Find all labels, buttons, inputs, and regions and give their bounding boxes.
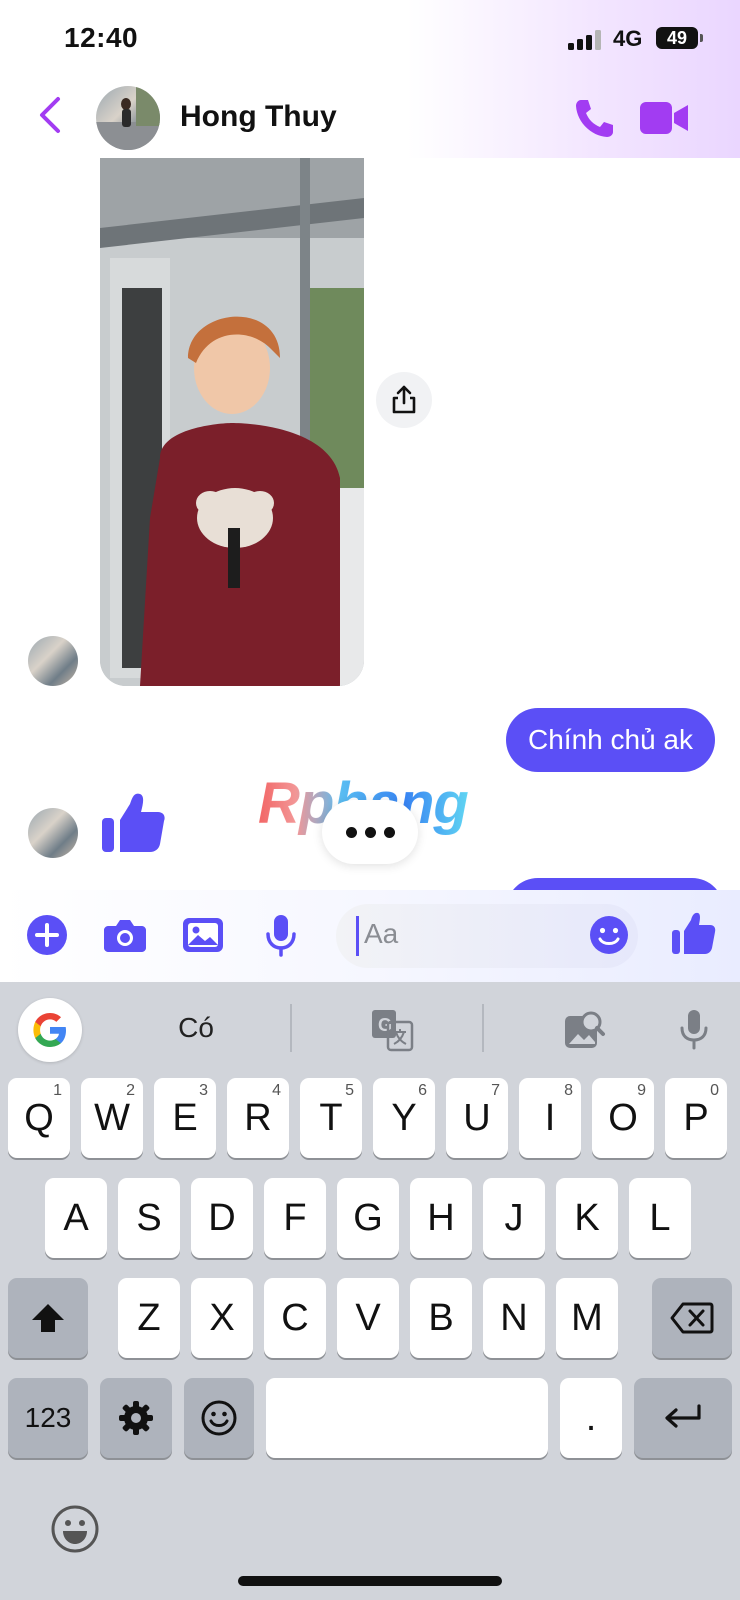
emoji-icon — [201, 1400, 237, 1436]
battery-indicator: 49 — [656, 27, 703, 49]
key-i[interactable]: 8I — [519, 1078, 581, 1158]
key-o[interactable]: 9O — [592, 1078, 654, 1158]
key-e[interactable]: 3E — [154, 1078, 216, 1158]
sender-avatar[interactable] — [28, 636, 78, 686]
suggestion-divider — [290, 1004, 292, 1052]
settings-icon — [119, 1401, 153, 1435]
space-key[interactable] — [266, 1378, 548, 1458]
key-f[interactable]: F — [264, 1178, 326, 1258]
image-icon[interactable] — [180, 912, 226, 958]
like-icon[interactable] — [670, 910, 716, 956]
key-m[interactable]: M — [556, 1278, 618, 1358]
keyboard-emoji-icon[interactable] — [50, 1504, 100, 1554]
typing-indicator — [322, 800, 418, 864]
home-indicator — [238, 1576, 502, 1586]
sender-avatar[interactable] — [28, 808, 78, 858]
text-caret — [356, 916, 359, 956]
key-t[interactable]: 5T — [300, 1078, 362, 1158]
svg-text:G: G — [378, 1015, 392, 1035]
key-n[interactable]: N — [483, 1278, 545, 1358]
numbers-key[interactable]: 123 — [8, 1378, 88, 1458]
google-button[interactable] — [18, 998, 82, 1062]
key-b[interactable]: B — [410, 1278, 472, 1358]
key-d[interactable]: D — [191, 1178, 253, 1258]
key-s[interactable]: S — [118, 1178, 180, 1258]
typing-dot — [345, 826, 357, 838]
period-key[interactable]: . — [560, 1378, 622, 1458]
like-icon[interactable] — [100, 790, 166, 856]
suggestion-divider — [482, 1004, 484, 1052]
shift-icon — [32, 1304, 64, 1332]
settings-key[interactable] — [100, 1378, 172, 1458]
key-a[interactable]: A — [45, 1178, 107, 1258]
backspace-icon — [670, 1302, 714, 1334]
shift-key[interactable] — [8, 1278, 88, 1358]
key-u[interactable]: 7U — [446, 1078, 508, 1158]
key-j[interactable]: J — [483, 1178, 545, 1258]
key-c[interactable]: C — [264, 1278, 326, 1358]
key-r[interactable]: 4R — [227, 1078, 289, 1158]
key-v[interactable]: V — [337, 1278, 399, 1358]
share-icon — [392, 385, 416, 414]
return-icon — [665, 1404, 701, 1428]
back-chevron-icon[interactable] — [36, 95, 66, 135]
key-l[interactable]: L — [629, 1178, 691, 1258]
microphone-icon[interactable] — [258, 912, 304, 958]
key-p[interactable]: 0P — [665, 1078, 727, 1158]
plus-icon[interactable] — [24, 912, 70, 958]
google-icon — [33, 1013, 66, 1047]
return-key[interactable] — [634, 1378, 732, 1458]
key-h[interactable]: H — [410, 1178, 472, 1258]
translate-icon[interactable]: G — [370, 1008, 414, 1052]
suggestion-word[interactable]: Có — [150, 1012, 242, 1044]
key-q[interactable]: 1Q — [8, 1078, 70, 1158]
signal-icon — [568, 30, 601, 50]
voice-input-icon[interactable] — [672, 1008, 716, 1052]
incoming-photo[interactable] — [100, 158, 364, 686]
share-button[interactable] — [376, 372, 432, 428]
image-search-icon[interactable] — [562, 1008, 606, 1052]
message-placeholder: Aa — [364, 918, 399, 949]
contact-avatar[interactable] — [96, 86, 160, 150]
key-x[interactable]: X — [191, 1278, 253, 1358]
typing-dot — [383, 826, 395, 838]
camera-icon[interactable] — [102, 912, 148, 958]
phone-icon[interactable] — [572, 96, 616, 140]
backspace-key[interactable] — [652, 1278, 732, 1358]
key-k[interactable]: K — [556, 1178, 618, 1258]
video-camera-icon[interactable] — [638, 98, 690, 138]
emoji-key[interactable] — [184, 1378, 254, 1458]
emoji-icon[interactable] — [588, 914, 630, 956]
key-y[interactable]: 6Y — [373, 1078, 435, 1158]
contact-name[interactable]: Hong Thuy — [180, 100, 337, 134]
status-time: 12:40 — [64, 22, 139, 53]
key-z[interactable]: Z — [118, 1278, 180, 1358]
typing-dot — [364, 826, 376, 838]
key-w[interactable]: 2W — [81, 1078, 143, 1158]
network-type: 4G — [613, 26, 643, 51]
key-g[interactable]: G — [337, 1178, 399, 1258]
outgoing-message[interactable]: Chính chủ ak — [506, 708, 715, 772]
